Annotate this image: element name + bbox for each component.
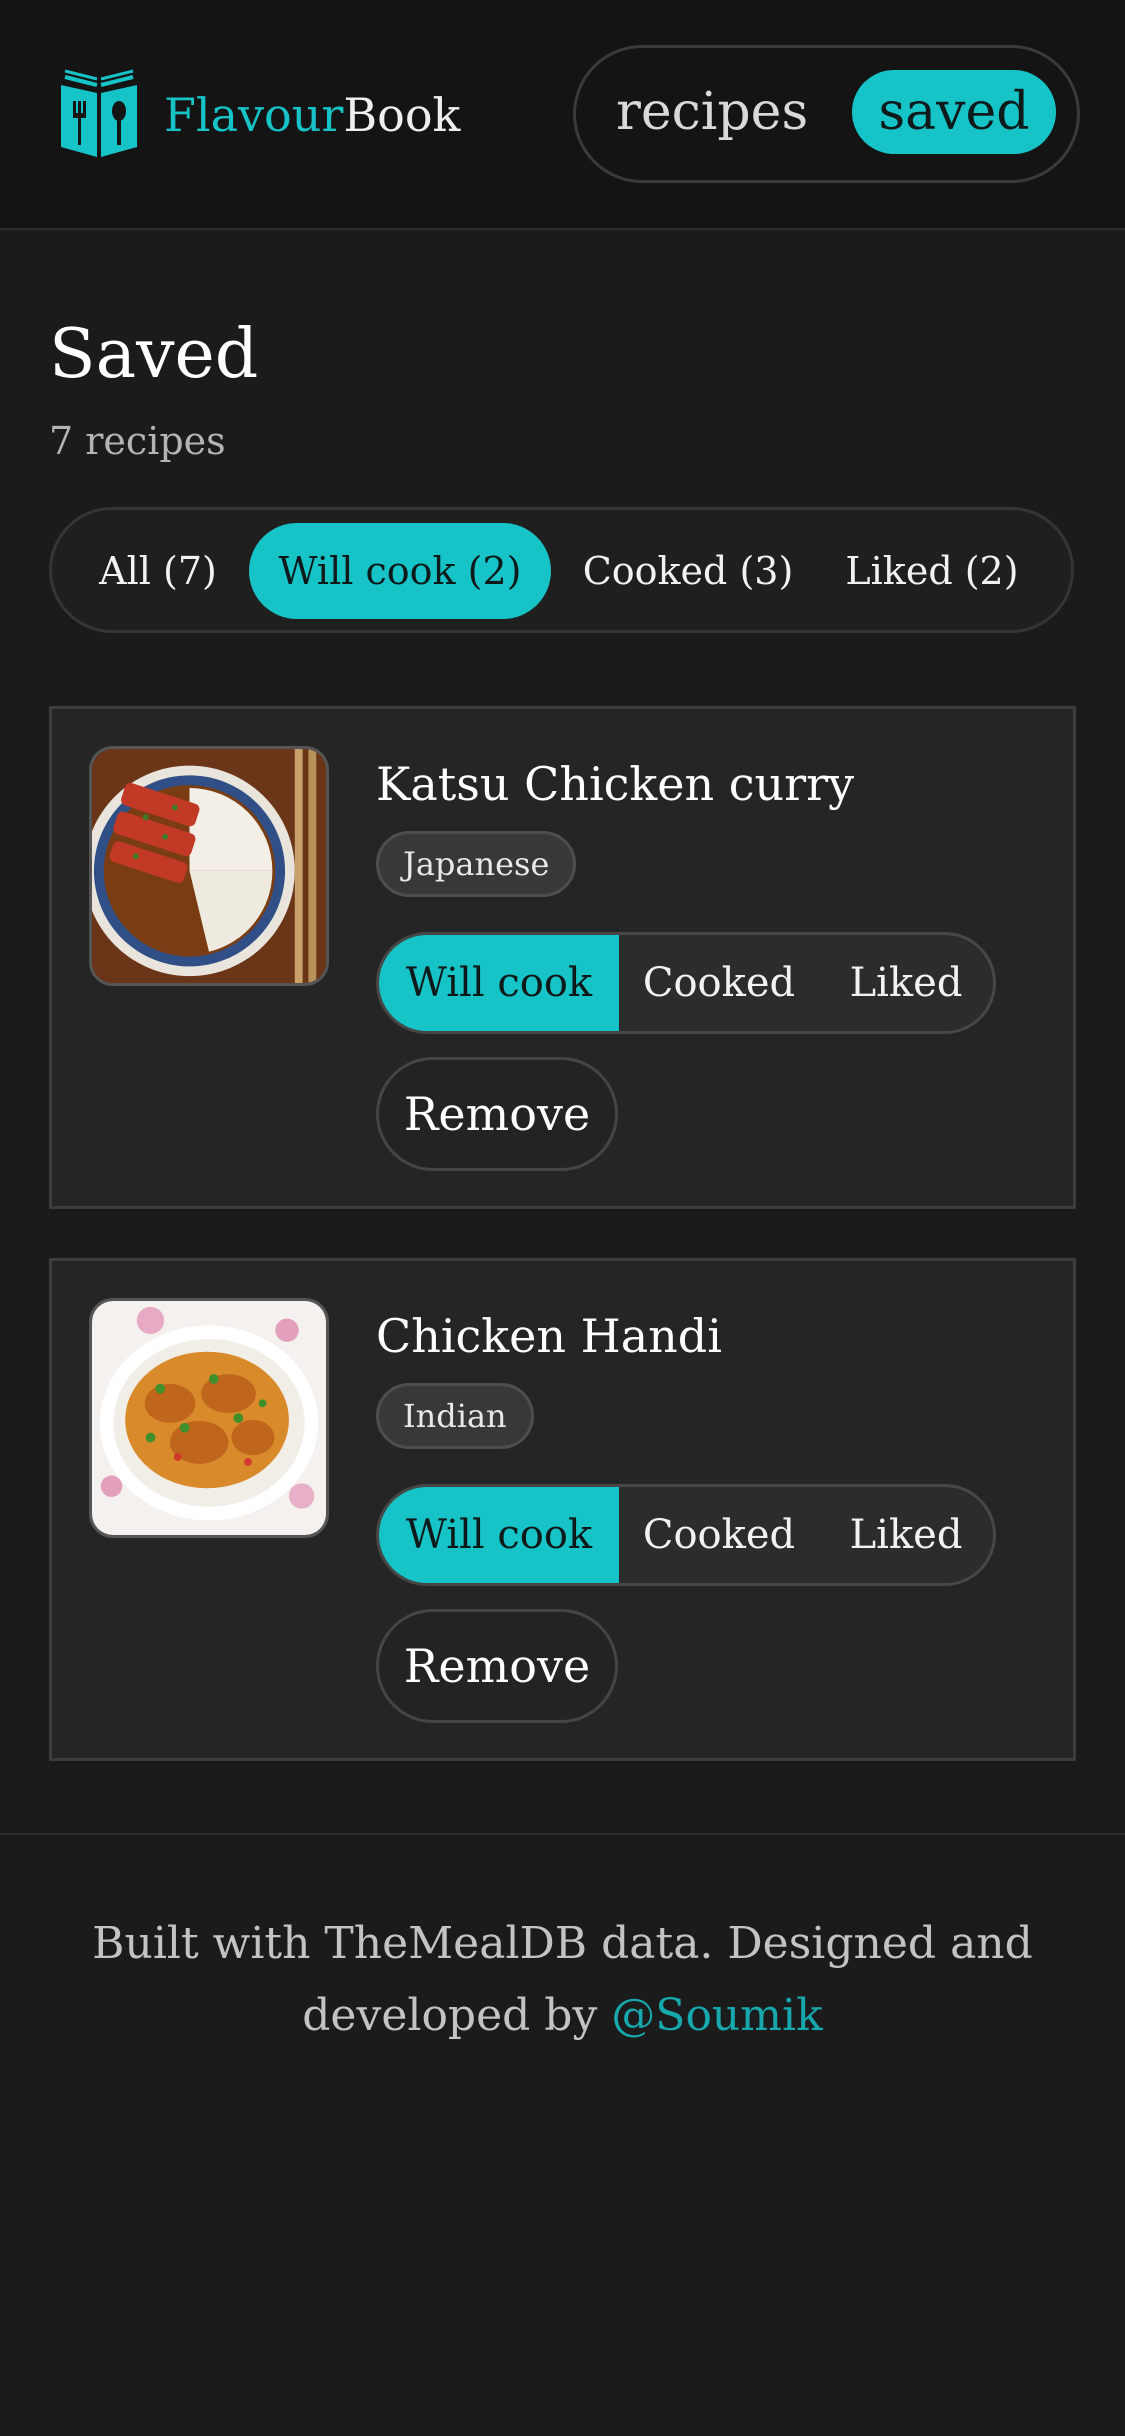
- recipe-title[interactable]: Katsu Chicken curry: [376, 752, 854, 816]
- brand-name-part1: Flavour: [164, 88, 344, 142]
- remove-button[interactable]: Remove: [376, 1057, 618, 1171]
- brand-name[interactable]: FlavourBook: [164, 87, 460, 143]
- filter-liked[interactable]: Liked (2): [832, 523, 1032, 619]
- app-header: FlavourBook recipes saved: [0, 0, 1125, 230]
- chicken-handi-photo: [92, 1301, 326, 1535]
- filter-will-cook[interactable]: Will cook (2): [249, 523, 551, 619]
- footer-divider: [0, 1833, 1125, 1835]
- status-toggle: Will cook Cooked Liked: [376, 1484, 996, 1586]
- status-liked[interactable]: Liked: [819, 935, 993, 1031]
- recipe-thumbnail[interactable]: [89, 746, 329, 986]
- status-toggle: Will cook Cooked Liked: [376, 932, 996, 1034]
- filter-cooked[interactable]: Cooked (3): [568, 523, 808, 619]
- recipe-card: Chicken Handi Indian Will cook Cooked Li…: [49, 1258, 1076, 1761]
- author-link[interactable]: @Soumik: [611, 1990, 822, 2041]
- cuisine-tag: Indian: [376, 1383, 534, 1449]
- status-liked[interactable]: Liked: [819, 1487, 993, 1583]
- filter-tabs: All (7) Will cook (2) Cooked (3) Liked (…: [49, 507, 1074, 633]
- recipe-title[interactable]: Chicken Handi: [376, 1304, 722, 1368]
- brand-name-part2: Book: [343, 88, 461, 142]
- remove-button[interactable]: Remove: [376, 1609, 618, 1723]
- status-will-cook[interactable]: Will cook: [379, 935, 619, 1031]
- recipe-thumbnail[interactable]: [89, 1298, 329, 1538]
- footer-text: Built with TheMealDB data. Designed and …: [92, 1918, 1033, 2041]
- nav-saved[interactable]: saved: [852, 70, 1056, 154]
- recipe-card: Katsu Chicken curry Japanese Will cook C…: [49, 706, 1076, 1209]
- nav-recipes[interactable]: recipes: [616, 70, 808, 154]
- cuisine-tag: Japanese: [376, 831, 577, 897]
- katsu-curry-photo: [92, 749, 326, 983]
- status-cooked[interactable]: Cooked: [619, 935, 819, 1031]
- filter-all[interactable]: All (7): [82, 523, 234, 619]
- status-cooked[interactable]: Cooked: [619, 1487, 819, 1583]
- recipe-count: 7 recipes: [49, 419, 226, 463]
- page-title: Saved: [49, 315, 259, 394]
- book-logo-icon[interactable]: [57, 67, 141, 159]
- main-nav: recipes saved: [573, 45, 1080, 183]
- footer-credits: Built with TheMealDB data. Designed and …: [0, 1908, 1125, 2052]
- status-will-cook[interactable]: Will cook: [379, 1487, 619, 1583]
